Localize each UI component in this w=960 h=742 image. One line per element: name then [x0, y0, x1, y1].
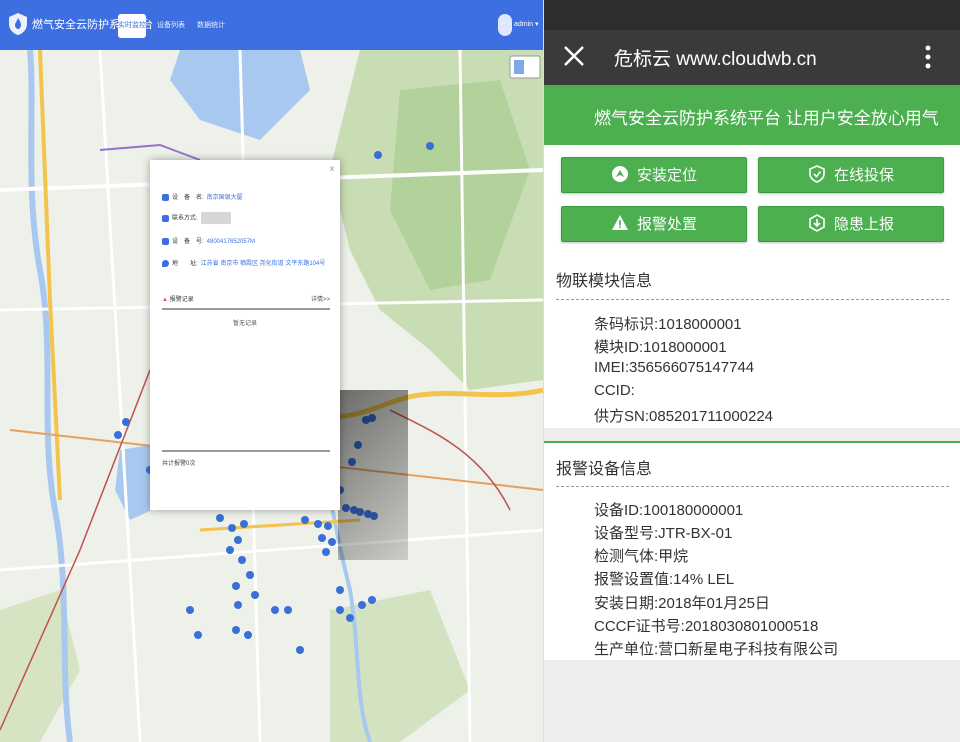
alarm-warning-icon: ▲	[162, 297, 168, 303]
alarm-handling-button[interactable]: 报警处置	[561, 206, 747, 242]
iot-field: IMEI:356566075147744	[594, 359, 755, 376]
iot-field: CCID:	[594, 382, 635, 399]
contact-label: 联系方式:	[172, 215, 198, 222]
online-insurance-label: 在线投保	[833, 167, 894, 184]
install-location-label: 安装定位	[636, 167, 697, 184]
desktop-screenshot: 燃气安全云防护系统平台 实时监控 设备列表 数据统计 admin ▾ x 设 备…	[0, 0, 543, 742]
report-icon	[809, 214, 825, 232]
more-menu-icon[interactable]	[916, 42, 940, 72]
iot-field: 条码标识:1018000001	[594, 316, 742, 333]
green-divider	[544, 441, 960, 443]
alarm-device-section-title: 报警设备信息	[556, 461, 653, 478]
device-label: 设 备 名:	[172, 195, 204, 201]
site-title: 危标云 www.cloudwb.cn	[614, 49, 817, 70]
browser-app-bar: 危标云 www.cloudwb.cn	[544, 30, 960, 85]
alarm-count: 共计报警0次	[162, 461, 196, 467]
install-location-button[interactable]: 安装定位	[561, 157, 747, 193]
user-menu[interactable]: admin ▾	[514, 20, 539, 28]
alarm-device-field: 安装日期:2018年01月25日	[594, 595, 770, 612]
user-avatar[interactable]	[498, 14, 512, 36]
alarm-handling-label: 报警处置	[636, 216, 697, 233]
code-value: 4800417652057M	[206, 239, 256, 245]
alarm-device-field: CCCF证书号:2018030801000518	[594, 618, 819, 635]
iot-field: 模块ID:1018000001	[594, 339, 727, 356]
popup-address-row: 地 址: 江苏省 南京市 栖霞区 尧化街道 文平东路104号	[162, 258, 325, 267]
popup-contact-row: 联系方式:	[162, 212, 231, 224]
bottom-gap	[544, 660, 960, 742]
popup-code-row: 设 备 号: 4800417652057M	[162, 236, 255, 245]
close-icon[interactable]	[560, 42, 588, 70]
code-label: 设 备 号:	[172, 239, 204, 245]
desktop-header: 燃气安全云防护系统平台 实时监控 设备列表 数据统计 admin ▾	[0, 0, 543, 50]
phone-icon	[162, 214, 169, 222]
contact-redacted	[200, 212, 231, 224]
device-value[interactable]: 南京国银大厦	[207, 195, 243, 201]
alarm-record-header: ▲ 报警记录 详情>>	[162, 294, 330, 303]
iot-section-title: 物联模块信息	[556, 273, 653, 290]
marquee-text: 燃气安全云防护系统平台 让用户安全放心用气	[594, 109, 939, 128]
divider	[162, 450, 330, 452]
id-card-icon	[162, 237, 169, 245]
alarm-device-field: 设备型号:JTR-BX-01	[594, 525, 733, 542]
shield-icon	[809, 165, 825, 183]
section-gap	[544, 428, 960, 441]
address-label: 地 址:	[172, 261, 198, 267]
map-pin-icon	[162, 259, 169, 267]
dashed-divider	[556, 299, 949, 300]
alarm-device-field: 设备ID:100180000001	[594, 502, 744, 519]
tab-statistics[interactable]: 数据统计	[196, 14, 226, 38]
dashed-divider	[556, 486, 949, 487]
location-icon	[611, 166, 628, 182]
alarm-record-title: 报警记录	[169, 297, 194, 303]
popup-device-row: 设 备 名: 南京国银大厦	[162, 192, 243, 201]
warning-icon	[611, 215, 628, 230]
popup-shadow	[338, 390, 408, 560]
gas-shield-logo-icon	[9, 13, 27, 35]
alarm-detail-link[interactable]: 详情>>	[311, 294, 330, 303]
marquee-banner: 燃气安全云防护系统平台 让用户安全放心用气	[544, 85, 960, 145]
iot-field: 供方SN:085201711000224	[594, 408, 774, 425]
alarm-device-field: 检测气体:甲烷	[594, 548, 689, 565]
alarm-device-field: 生产单位:营口新星电子科技有限公司	[594, 641, 839, 658]
online-insurance-button[interactable]: 在线投保	[758, 157, 944, 193]
status-bar	[544, 0, 960, 30]
hazard-report-label: 隐患上报	[833, 216, 894, 233]
device-info-popup: x 设 备 名: 南京国银大厦 联系方式: 设 备 号: 4800417652057…	[150, 160, 340, 510]
alarm-empty-text: 暂无记录	[232, 321, 257, 327]
popup-close-icon[interactable]: x	[330, 164, 334, 173]
mobile-screenshot: 危标云 www.cloudwb.cn 燃气安全云防护系统平台 让用户安全放心用气…	[543, 0, 960, 742]
tab-device-list[interactable]: 设备列表	[156, 14, 186, 38]
address-value: 江苏省 南京市 栖霞区 尧化街道 文平东路104号	[200, 261, 326, 267]
device-icon	[162, 193, 169, 201]
alarm-device-field: 报警设置值:14% LEL	[594, 571, 735, 588]
divider	[162, 308, 330, 310]
hazard-report-button[interactable]: 隐患上报	[758, 206, 944, 242]
tab-realtime-monitor[interactable]: 实时监控	[118, 14, 146, 38]
